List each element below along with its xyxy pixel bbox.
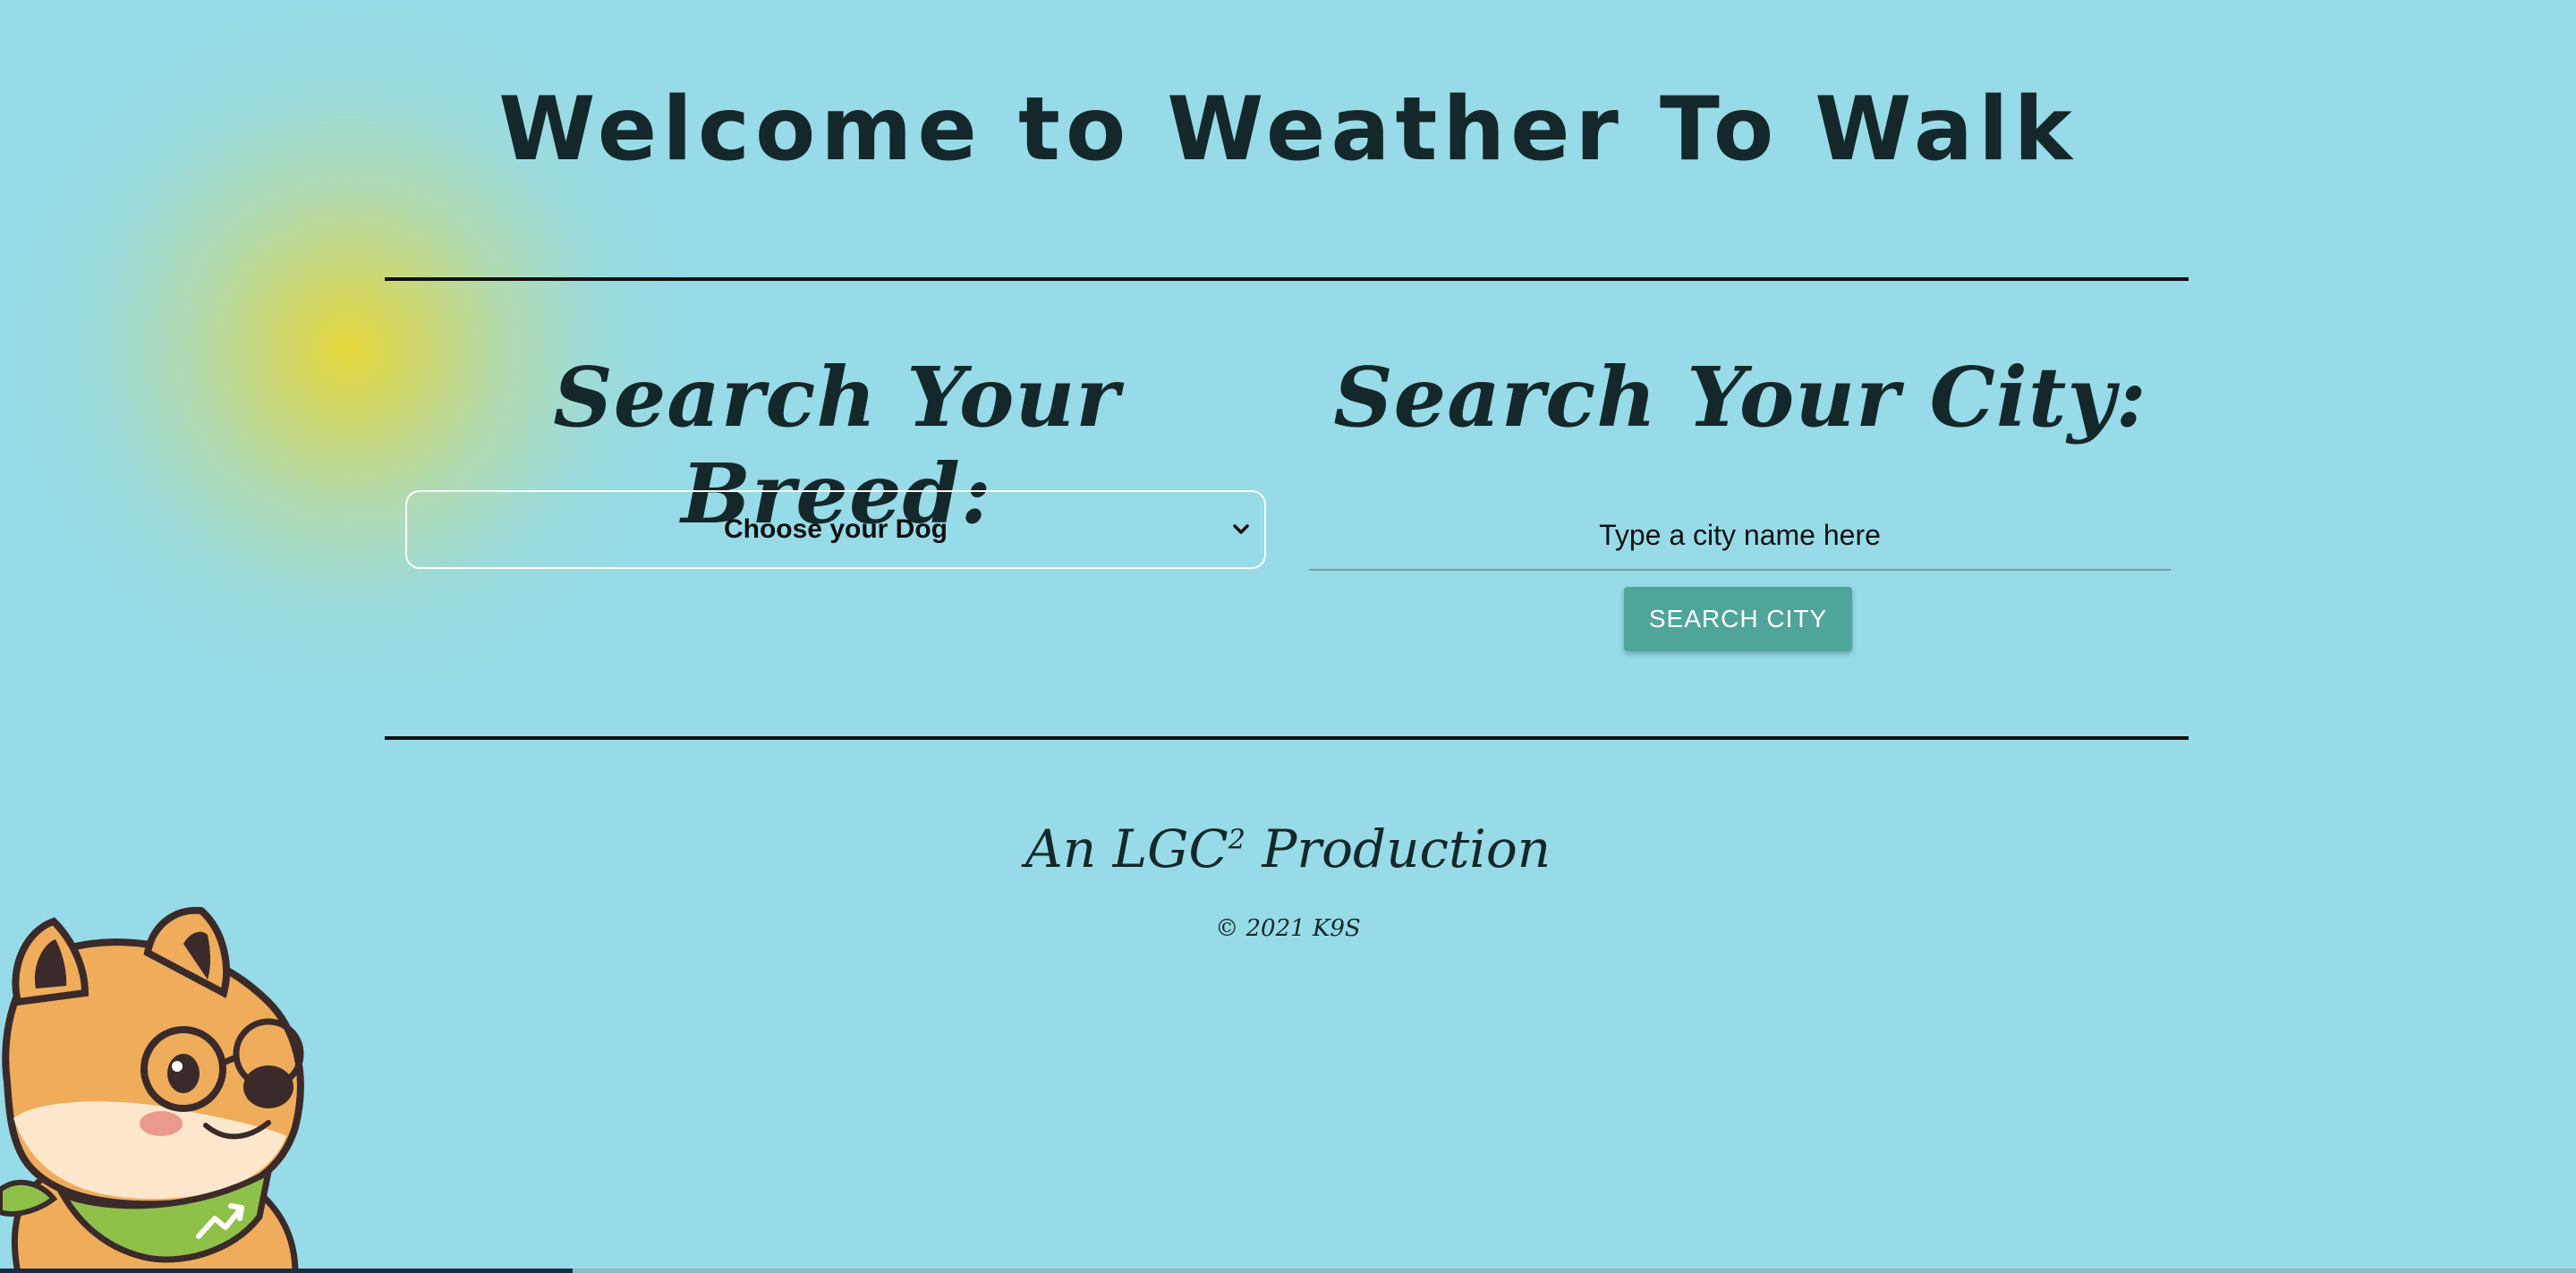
- search-city-button[interactable]: SEARCH CITY: [1624, 587, 1852, 651]
- scrollbar-thumb[interactable]: [0, 1269, 573, 1273]
- breed-select[interactable]: Choose your Dog: [405, 490, 1266, 569]
- page-title: Welcome to Weather To Walk: [498, 79, 2078, 181]
- chevron-down-icon: [1233, 524, 1249, 534]
- production-suffix: Production: [1245, 819, 1552, 879]
- top-divider: [385, 277, 2189, 281]
- city-search-input[interactable]: [1309, 501, 2171, 571]
- city-heading: Search Your City:: [1333, 349, 2147, 446]
- production-credit: An LGC2 Production: [0, 819, 2576, 879]
- shiba-dog-mascot: [0, 906, 304, 1273]
- bottom-divider: [385, 736, 2189, 740]
- horizontal-scrollbar[interactable]: [0, 1269, 2576, 1273]
- breed-select-value: Choose your Dog: [723, 514, 948, 544]
- copyright-text: © 2021 K9S: [1215, 915, 1361, 942]
- production-superscript: 2: [1228, 824, 1245, 856]
- production-prefix: An LGC: [1024, 819, 1228, 879]
